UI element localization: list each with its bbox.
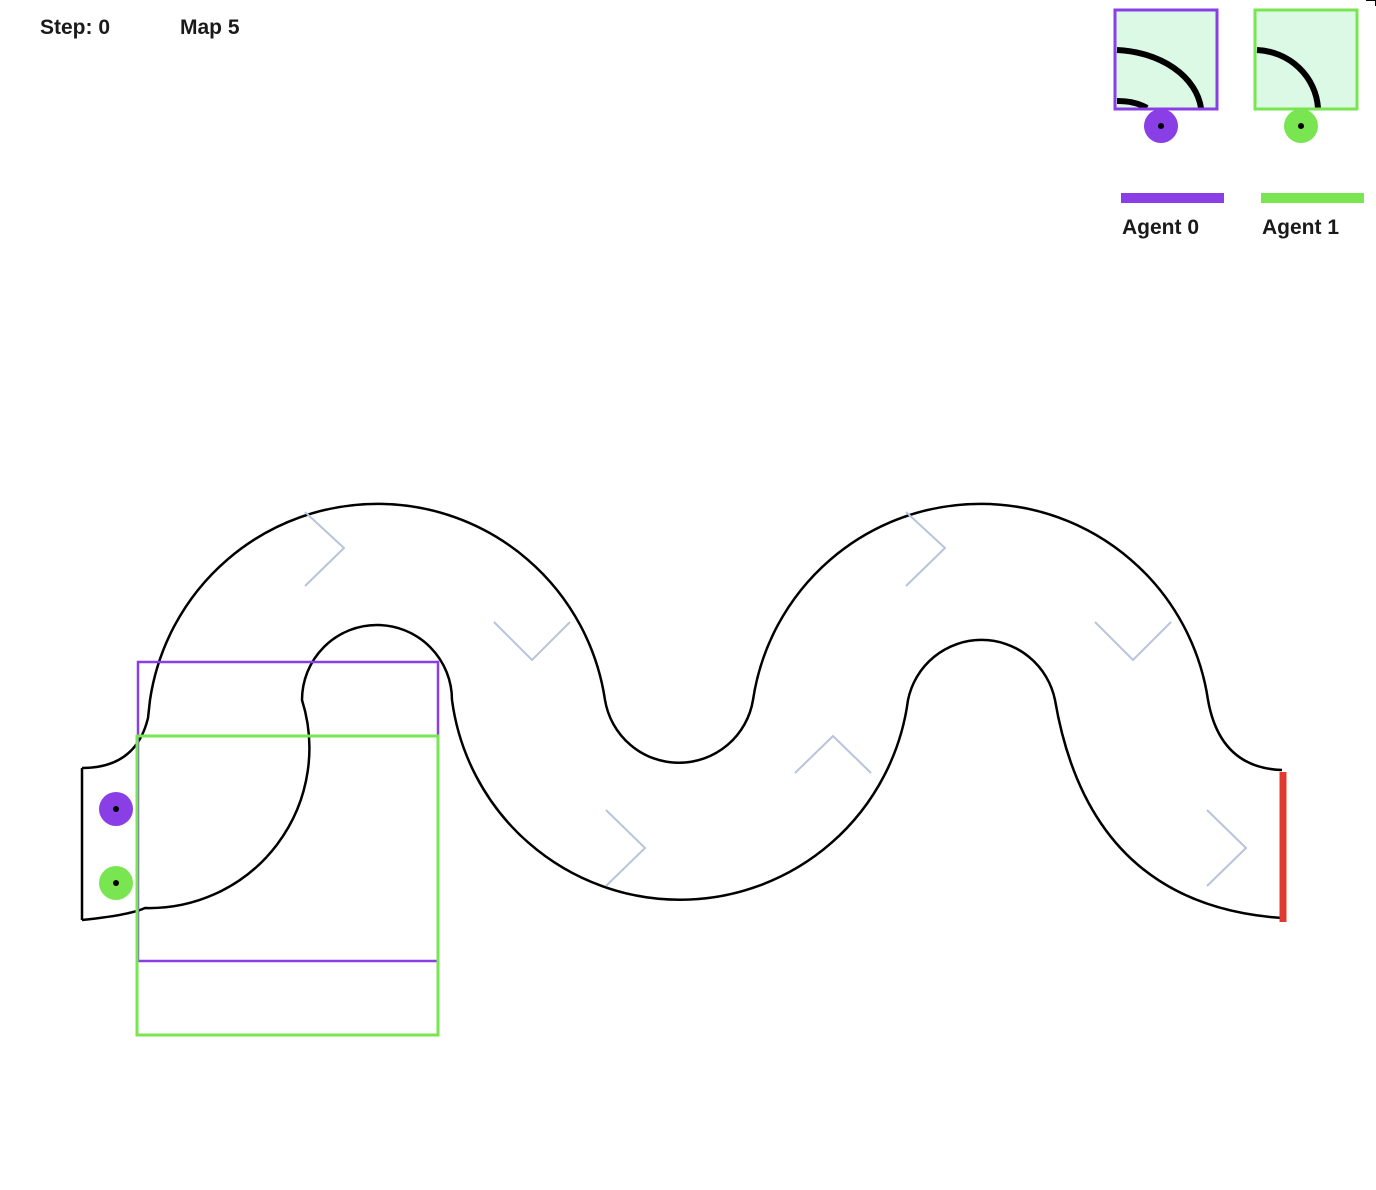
track-outer-wall (81, 502, 1283, 772)
agent-1-center-dot (113, 880, 119, 886)
agent-0-center-dot (113, 806, 119, 812)
agent-0-view-panel (1113, 8, 1219, 143)
agent-1-view-panel (1253, 8, 1359, 143)
direction-arrow-3 (605, 809, 647, 887)
agent-0-view-box (136, 660, 440, 963)
direction-arrow-2 (493, 621, 571, 662)
corner-mark (1366, 0, 1376, 6)
agent-0-view-background (1115, 10, 1217, 109)
track-inner-wall (81, 623, 1283, 922)
direction-arrow-1 (304, 511, 346, 587)
race-track (80, 502, 1283, 922)
agent-0-legend-swatch (1121, 193, 1224, 203)
agent-0 (99, 792, 133, 826)
direction-arrow-4 (794, 734, 872, 774)
direction-arrow-5 (905, 511, 947, 587)
agent-1 (99, 866, 133, 900)
agent-1-view-background (1255, 10, 1357, 109)
game-canvas (80, 0, 1376, 1037)
agent-1-view-box (135, 734, 440, 1037)
agent-1-view-marker-dot (1298, 123, 1304, 129)
direction-arrow-6 (1094, 621, 1172, 662)
agent-1-legend-swatch (1261, 193, 1364, 203)
agent-0-view-marker-dot (1158, 123, 1164, 129)
direction-arrow-7 (1206, 809, 1248, 887)
